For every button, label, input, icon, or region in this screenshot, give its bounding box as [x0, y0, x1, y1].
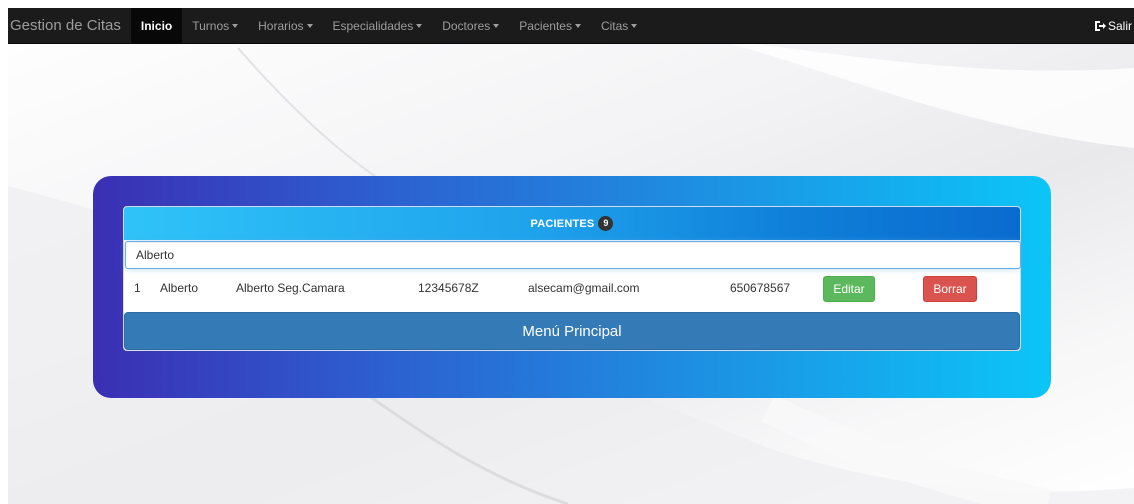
page-frame: Gestion de Citas Inicio Turnos Horarios Esp… [8, 8, 1134, 504]
edit-button[interactable]: Editar [823, 276, 875, 302]
nav-item-label: Especialidades [332, 18, 414, 33]
table-row: 1 Alberto Alberto Seg.Camara 12345678Z a… [124, 269, 1020, 309]
patients-count-badge: 9 [598, 216, 614, 231]
patients-title: PACIENTES [530, 217, 595, 230]
caret-down-icon [416, 23, 423, 28]
patient-name: Alberto [160, 281, 199, 295]
nav-item-label: Doctores [442, 18, 491, 33]
patient-phone: 650678567 [730, 281, 791, 295]
delete-button[interactable]: Borrar [923, 276, 977, 302]
caret-down-icon [493, 23, 500, 28]
logout-link[interactable]: Salir [1094, 19, 1134, 33]
patient-email: alsecam@gmail.com [528, 281, 640, 295]
nav-item-label: Horarios [258, 18, 304, 33]
main-menu-button[interactable]: Menú Principal [124, 312, 1020, 350]
nav-item-label: Turnos [192, 18, 230, 33]
caret-down-icon [631, 23, 638, 28]
nav-item-inicio[interactable]: Inicio [130, 8, 183, 44]
nav-item-label: Inicio [140, 18, 173, 33]
logout-icon [1094, 20, 1106, 31]
nav-item-turnos[interactable]: Turnos [182, 8, 248, 44]
nav-item-especialidades[interactable]: Especialidades [323, 8, 433, 44]
caret-down-icon [574, 23, 581, 28]
nav-item-horarios[interactable]: Horarios [248, 8, 322, 44]
nav-item-pacientes[interactable]: Pacientes [509, 8, 591, 44]
caret-down-icon [232, 23, 239, 28]
nav-item-doctores[interactable]: Doctores [432, 8, 509, 44]
caret-down-icon [306, 23, 313, 28]
brand-link[interactable]: Gestion de Citas [8, 17, 131, 34]
patients-card: PACIENTES 9 1 Alberto Alberto Seg.Camara… [123, 206, 1021, 351]
nav-item-label: Pacientes [519, 18, 572, 33]
top-navbar: Gestion de Citas Inicio Turnos Horarios Esp… [8, 8, 1134, 44]
patients-panel: PACIENTES 9 1 Alberto Alberto Seg.Camara… [93, 176, 1051, 398]
nav-item-label: Citas [600, 18, 629, 33]
patient-dni: 12345678Z [418, 281, 479, 295]
patient-surname: Alberto Seg.Camara [236, 281, 345, 295]
nav-menu: Inicio Turnos Horarios Especialidades Doctor… [130, 8, 647, 44]
logout-label: Salir [1107, 18, 1132, 33]
patients-header: PACIENTES 9 [124, 207, 1020, 240]
nav-item-citas[interactable]: Citas [591, 8, 647, 44]
patient-id: 1 [134, 281, 141, 295]
patient-search-input[interactable] [125, 241, 1021, 269]
